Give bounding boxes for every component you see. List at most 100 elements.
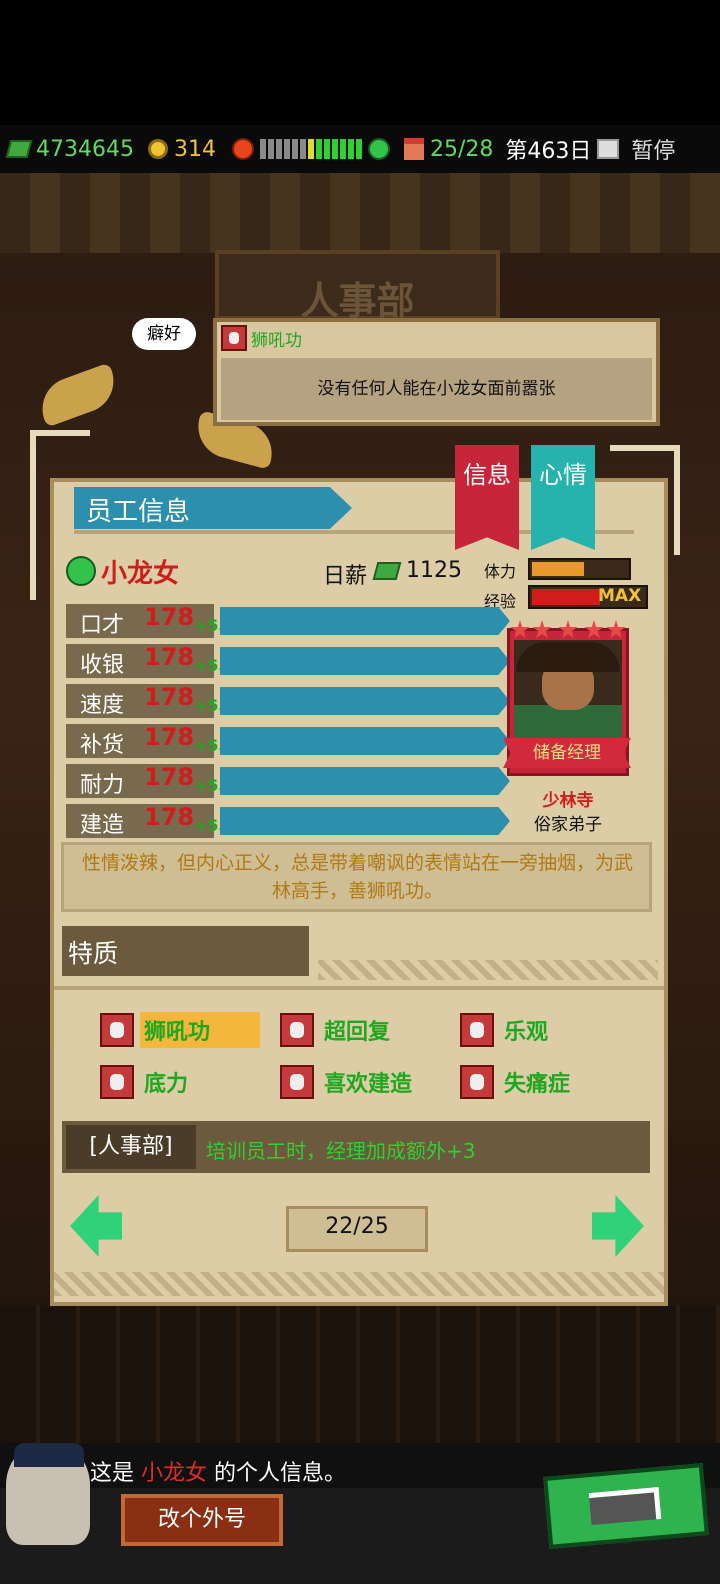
mood-segment bbox=[323, 139, 330, 159]
employee-name: 小龙女 bbox=[101, 559, 180, 589]
trait-label: 喜欢建造 bbox=[324, 1072, 413, 1097]
stat-label: 补货 bbox=[80, 733, 125, 758]
stat-bar bbox=[220, 687, 510, 715]
exp-max-label: MAX bbox=[598, 586, 642, 606]
background-roof bbox=[0, 173, 720, 253]
mood-segment bbox=[299, 139, 306, 159]
trait-icon bbox=[100, 1013, 134, 1047]
stat-value: 178 bbox=[144, 723, 195, 751]
stat-bar bbox=[220, 647, 510, 675]
tab-mood[interactable]: 心情 bbox=[531, 445, 595, 550]
trait-item[interactable]: 乐观 bbox=[460, 1012, 552, 1048]
mood-segment bbox=[307, 139, 314, 159]
hud-bar: 4734645 314 25/28 第463日 暂停 bbox=[0, 125, 720, 173]
day-counter: 第463日 bbox=[505, 139, 592, 164]
stat-row-restock: 补货 178 +53 bbox=[66, 723, 512, 758]
rename-button[interactable]: 改个外号 bbox=[121, 1494, 283, 1546]
department-effect: 培训员工时，经理加成额外+3 bbox=[206, 1139, 476, 1163]
portrait-body bbox=[514, 705, 622, 743]
stat-label: 收银 bbox=[80, 653, 125, 678]
stat-value: 178 bbox=[144, 803, 195, 831]
salary-label: 日薪 bbox=[323, 564, 368, 589]
trait-icon bbox=[100, 1065, 134, 1099]
mood-segment bbox=[283, 139, 290, 159]
stamina-bar-fill bbox=[532, 562, 584, 576]
page-indicator: 22/25 bbox=[325, 1214, 389, 1239]
portrait-hair bbox=[516, 642, 620, 672]
dialog-name: 小龙女 bbox=[141, 1461, 208, 1486]
return-arrow-icon bbox=[588, 1487, 662, 1525]
stat-bar bbox=[220, 767, 510, 795]
top-black-bar bbox=[0, 0, 720, 125]
stat-row-eloquence: 口才 178 +53 bbox=[66, 603, 512, 638]
panel-title: 员工信息 bbox=[86, 497, 191, 527]
trait-label: 失痛症 bbox=[504, 1072, 571, 1097]
stat-label: 建造 bbox=[80, 813, 125, 838]
stat-value: 178 bbox=[144, 763, 195, 791]
npc-hat bbox=[14, 1443, 84, 1467]
dialog-prefix: 这是 bbox=[90, 1461, 135, 1486]
stat-bar bbox=[220, 607, 510, 635]
trait-item[interactable]: 狮吼功 bbox=[100, 1012, 260, 1048]
hobby-trait-label: 狮吼功 bbox=[251, 330, 302, 351]
mood-meter bbox=[259, 139, 362, 159]
trait-icon bbox=[460, 1013, 494, 1047]
hobby-description: 没有任何人能在小龙女面前嚣张 bbox=[221, 358, 652, 420]
trait-item[interactable]: 喜欢建造 bbox=[280, 1064, 416, 1100]
school-label: 少林寺 bbox=[542, 791, 594, 811]
trait-icon bbox=[280, 1065, 314, 1099]
trait-icon bbox=[280, 1013, 314, 1047]
happy-face-icon bbox=[367, 138, 390, 160]
stat-bar bbox=[220, 727, 510, 755]
money-value: 4734645 bbox=[36, 136, 134, 162]
staff-count: 25/28 bbox=[429, 136, 494, 162]
stat-value: 178 bbox=[144, 683, 195, 711]
stat-label: 速度 bbox=[80, 693, 125, 718]
stat-bar bbox=[220, 807, 510, 835]
trait-icon bbox=[221, 325, 247, 351]
trait-label: 超回复 bbox=[324, 1020, 391, 1045]
coin-value: 314 bbox=[173, 136, 216, 162]
trait-item[interactable]: 失痛症 bbox=[460, 1064, 574, 1100]
hobby-tag: 癖好 bbox=[132, 318, 196, 350]
mood-segment bbox=[275, 139, 282, 159]
employee-description: 性情泼辣，但内心正义，总是带着嘲讽的表情站在一旁抽烟，为武林高手，善狮吼功。 bbox=[81, 852, 633, 902]
mood-segment bbox=[355, 139, 362, 159]
background-sign-text: 人事部 bbox=[300, 279, 415, 323]
pause-button[interactable]: 暂停 bbox=[631, 133, 675, 165]
hobby-header: 狮吼功 bbox=[221, 324, 302, 352]
mood-segment bbox=[347, 139, 354, 159]
trait-icon bbox=[460, 1065, 494, 1099]
department-tag: [人事部] bbox=[66, 1125, 196, 1169]
trait-item[interactable]: 超回复 bbox=[280, 1012, 394, 1048]
stat-row-speed: 速度 178 +53 bbox=[66, 683, 512, 718]
trait-label: 乐观 bbox=[504, 1020, 549, 1045]
mood-segment bbox=[315, 139, 322, 159]
background-wall bbox=[0, 1305, 720, 1445]
mood-segment bbox=[259, 139, 266, 159]
mood-segment bbox=[339, 139, 346, 159]
cash-icon bbox=[372, 562, 402, 580]
mood-segment bbox=[291, 139, 298, 159]
stat-label: 耐力 bbox=[80, 773, 125, 798]
mood-segment bbox=[331, 139, 338, 159]
zigzag-decoration bbox=[54, 1272, 664, 1296]
stamina-label: 体力 bbox=[484, 562, 517, 581]
stat-row-build: 建造 178 +53 bbox=[66, 803, 512, 838]
stat-label: 口才 bbox=[80, 613, 125, 638]
trait-label: 底力 bbox=[144, 1072, 189, 1097]
trait-label: 狮吼功 bbox=[140, 1012, 260, 1048]
trait-item[interactable]: 底力 bbox=[100, 1064, 192, 1100]
identity-label: 俗家弟子 bbox=[534, 815, 602, 835]
stat-row-cashier: 收银 178 +53 bbox=[66, 643, 512, 678]
cash-icon bbox=[5, 140, 33, 158]
stat-row-endurance: 耐力 178 +53 bbox=[66, 763, 512, 798]
happy-face-icon bbox=[66, 556, 96, 586]
dialog-suffix: 的个人信息。 bbox=[214, 1461, 347, 1486]
tab-info[interactable]: 信息 bbox=[455, 445, 519, 550]
coin-icon bbox=[147, 139, 168, 159]
dialog-text: 这是 小龙女 的个人信息。 bbox=[90, 1455, 346, 1487]
pause-icon[interactable] bbox=[597, 139, 620, 159]
exp-bar-fill bbox=[532, 589, 600, 605]
traits-title: 特质 bbox=[68, 939, 119, 968]
